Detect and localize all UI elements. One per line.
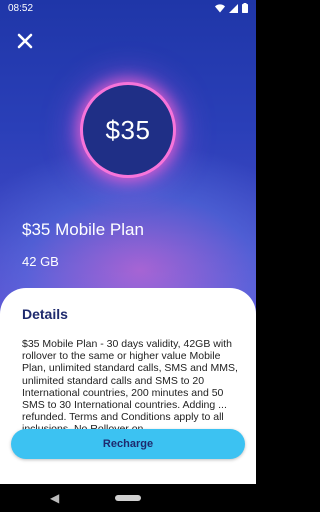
system-nav-bar: ◀: [0, 484, 256, 512]
close-button[interactable]: [14, 30, 36, 52]
data-allowance: 42 GB: [22, 254, 59, 269]
recharge-button[interactable]: Recharge: [11, 429, 245, 459]
plan-title: $35 Mobile Plan: [22, 220, 144, 239]
details-sheet: Details $35 Mobile Plan - 30 days validi…: [0, 288, 256, 498]
back-triangle-icon[interactable]: ◀: [50, 491, 59, 505]
details-description: $35 Mobile Plan - 30 days validity, 42GB…: [22, 338, 238, 435]
price-circle: $35: [83, 85, 173, 175]
close-icon: [17, 33, 33, 49]
price-label: $35: [105, 114, 151, 145]
status-icons: [215, 3, 248, 13]
status-time: 08:52: [8, 2, 34, 14]
battery-icon: [242, 3, 248, 13]
details-title: Details: [22, 306, 68, 322]
recharge-label: Recharge: [102, 438, 154, 450]
wifi-icon: [215, 3, 225, 12]
plan-details-screen: 08:52 $35 $35 Mobile Plan 42 GB Details …: [0, 0, 256, 512]
signal-icon: [229, 3, 238, 13]
home-pill-icon[interactable]: [115, 495, 141, 501]
status-bar: 08:52: [0, 0, 256, 16]
